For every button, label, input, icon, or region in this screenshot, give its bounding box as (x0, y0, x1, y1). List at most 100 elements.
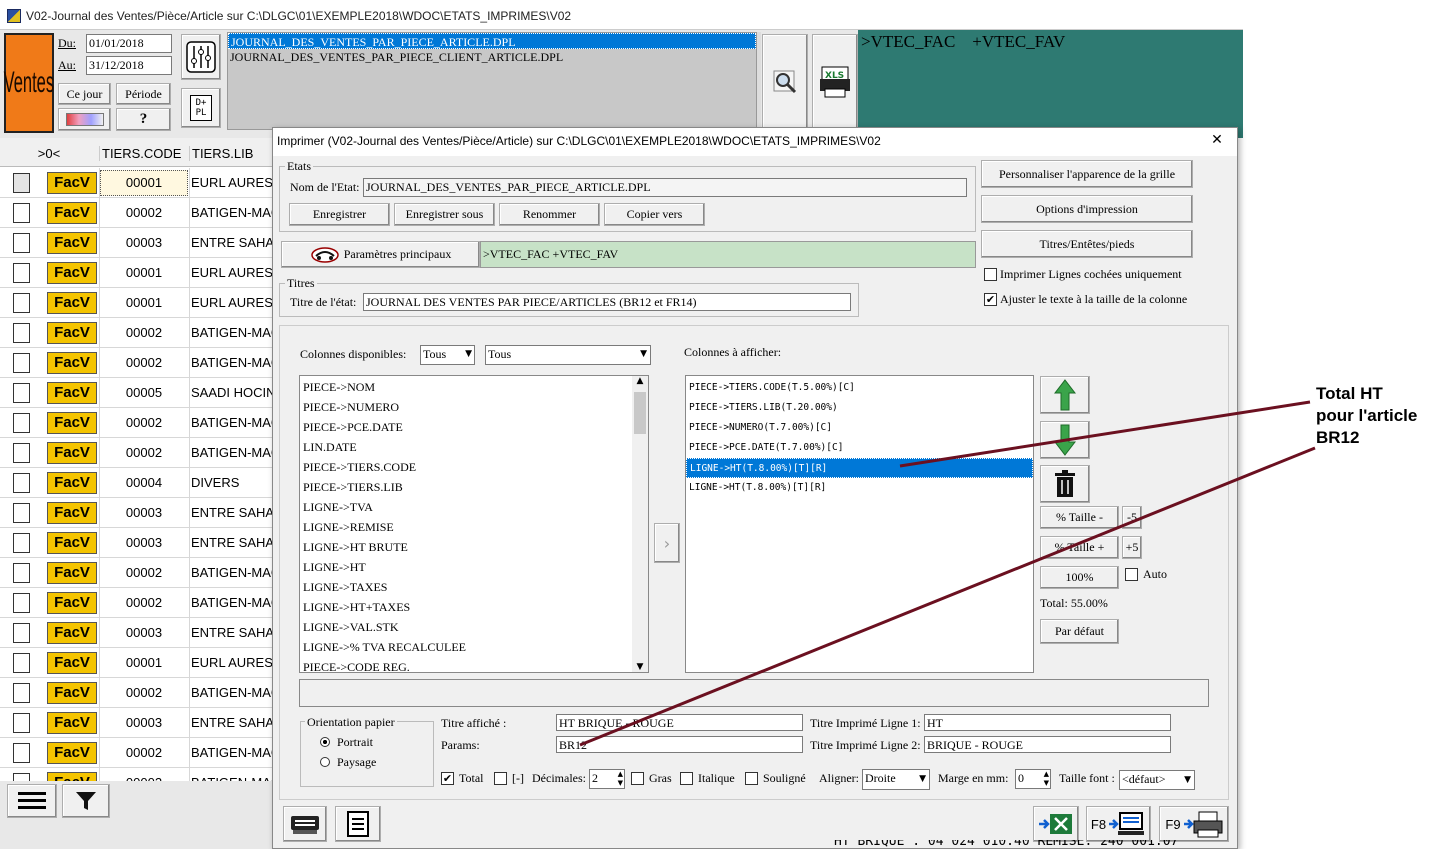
delete-column-button[interactable] (1040, 465, 1090, 503)
dialog-close-button[interactable]: ✕ (1205, 132, 1229, 152)
scroll-down-icon[interactable]: ▼ (632, 662, 648, 672)
parametres-principaux-button[interactable]: Paramètres principaux (281, 241, 480, 268)
nom-etat-field[interactable]: JOURNAL_DES_VENTES_PAR_PIECE_ARTICLE.DPL (363, 178, 967, 197)
par-defaut-button[interactable]: Par défaut (1040, 619, 1119, 644)
col-header-tiers-lib[interactable]: TIERS.LIB (189, 146, 276, 161)
ce-jour-button[interactable]: Ce jour (58, 83, 111, 105)
titres-entetes-button[interactable]: Titres/Entêtes/pieds (981, 230, 1193, 258)
table-row[interactable]: FacV 00001 EURL AURES (0, 168, 276, 198)
row-checkbox[interactable] (13, 533, 30, 553)
available-columns-list[interactable]: PIECE->NOM PIECE->NUMERO PIECE->PCE.DATE LI… (299, 375, 649, 673)
document-button[interactable] (335, 806, 381, 842)
row-checkbox[interactable] (13, 713, 30, 733)
move-up-button[interactable] (1040, 376, 1090, 414)
titre-ligne1-field[interactable]: HT (924, 714, 1171, 731)
scroll-up-icon[interactable]: ▲ (632, 376, 648, 390)
row-checkbox[interactable] (13, 353, 30, 373)
scroll-thumb[interactable] (634, 392, 646, 434)
f8-preview-button[interactable]: F8 (1086, 806, 1151, 842)
facv-badge[interactable]: FacV (47, 172, 97, 194)
au-input[interactable]: 31/12/2018 (86, 56, 172, 75)
facv-badge[interactable]: FacV (47, 592, 97, 614)
facv-badge[interactable]: FacV (47, 232, 97, 254)
titre-ligne2-field[interactable]: BRIQUE - ROUGE (924, 736, 1171, 753)
facv-badge[interactable]: FacV (47, 652, 97, 674)
enregistrer-sous-button[interactable]: Enregistrer sous (394, 203, 495, 226)
facv-badge[interactable]: FacV (47, 292, 97, 314)
facv-badge[interactable]: FacV (47, 502, 97, 524)
available-column-item[interactable]: PIECE->NUMERO (300, 397, 648, 417)
available-column-item[interactable]: PIECE->CODE REG. (300, 657, 648, 672)
available-column-item[interactable]: LIGNE->TVA (300, 497, 648, 517)
table-row[interactable]: FacV00002BATIGEN-MAG (0, 348, 276, 378)
ventes-button[interactable]: Ventes (4, 33, 54, 133)
displayed-columns-list[interactable]: PIECE->TIERS.CODE(T.5.00%)[C] PIECE->TIER… (685, 375, 1034, 673)
available-column-item[interactable]: LIGNE->HT (300, 557, 648, 577)
row-checkbox[interactable] (13, 503, 30, 523)
table-row[interactable]: FacV00002BATIGEN-MAG (0, 768, 276, 781)
italique-checkbox[interactable] (680, 772, 693, 785)
row-checkbox[interactable] (13, 443, 30, 463)
table-row[interactable]: FacV00002BATIGEN-MAG (0, 198, 276, 228)
displayed-column-item-selected[interactable]: LIGNE->HT(T.8.00%)[T][R] (686, 458, 1033, 478)
decimales-stepper[interactable]: 2 ▲ ▼ (589, 769, 625, 789)
table-row[interactable]: FacV 00003 ENTRE SAHA (0, 708, 276, 738)
row-checkbox[interactable] (13, 413, 30, 433)
help-button[interactable]: ? (116, 108, 171, 131)
facv-badge[interactable]: FacV (47, 772, 97, 781)
filter-select-2[interactable]: Tous ▼ (485, 345, 651, 365)
available-column-item[interactable]: LIGNE->VAL.STK (300, 617, 648, 637)
reset-100-button[interactable]: 100% (1040, 566, 1119, 589)
available-column-item[interactable]: LIGNE->HT BRUTE (300, 537, 648, 557)
available-column-item[interactable]: PIECE->TIERS.LIB (300, 477, 648, 497)
row-checkbox[interactable] (13, 563, 30, 583)
col-header-tiers-code[interactable]: TIERS.CODE (99, 146, 189, 161)
available-column-item[interactable]: PIECE->NOM (300, 377, 648, 397)
table-row[interactable]: FacV 00004 DIVERS (0, 468, 276, 498)
menu-button[interactable] (7, 784, 57, 818)
table-row[interactable]: FacV 00005 SAADI HOCIN (0, 378, 276, 408)
plus5-button[interactable]: +5 (1122, 536, 1142, 559)
du-input[interactable]: 01/01/2018 (86, 34, 172, 53)
facv-badge[interactable]: FacV (47, 352, 97, 374)
row-checkbox[interactable] (13, 233, 30, 253)
row-checkbox[interactable] (13, 263, 30, 283)
row-checkbox[interactable] (13, 743, 30, 763)
table-row[interactable]: FacV00002BATIGEN-MAG (0, 588, 276, 618)
printer-settings-button[interactable] (283, 806, 327, 842)
facv-badge[interactable]: FacV (47, 262, 97, 284)
row-checkbox[interactable] (13, 383, 30, 403)
table-row[interactable]: FacV00002BATIGEN-MAG (0, 558, 276, 588)
renommer-button[interactable]: Renommer (499, 203, 600, 226)
row-checkbox[interactable] (13, 653, 30, 673)
facv-badge[interactable]: FacV (47, 622, 97, 644)
add-column-button[interactable]: › (654, 523, 680, 563)
minus5-button[interactable]: -5 (1122, 506, 1142, 529)
filter-button[interactable] (62, 784, 110, 818)
auto-checkbox[interactable] (1125, 568, 1138, 581)
table-row[interactable]: FacV00002BATIGEN-MAG (0, 318, 276, 348)
enregistrer-button[interactable]: Enregistrer (289, 203, 390, 226)
facv-badge[interactable]: FacV (47, 472, 97, 494)
params-field[interactable]: BR12 (556, 736, 803, 753)
facv-badge[interactable]: FacV (47, 322, 97, 344)
f9-print-button[interactable]: F9 (1159, 806, 1229, 842)
table-row[interactable]: FacV 00001 EURL AURES (0, 288, 276, 318)
preview-button[interactable] (762, 34, 808, 130)
table-row[interactable]: FacV 00003 ENTRE SAHA (0, 528, 276, 558)
ajuster-texte-checkbox[interactable]: ✔ (984, 293, 997, 306)
titre-etat-field[interactable]: JOURNAL DES VENTES PAR PIECE/ARTICLES (B… (363, 293, 851, 311)
available-scrollbar[interactable]: ▲ ▼ (632, 376, 648, 672)
taille-font-select[interactable]: <défaut> ▼ (1119, 770, 1195, 790)
facv-badge[interactable]: FacV (47, 412, 97, 434)
available-column-item[interactable]: LIGNE->HT+TAXES (300, 597, 648, 617)
copier-vers-button[interactable]: Copier vers (604, 203, 705, 226)
table-row[interactable]: FacV 00001 EURL AURES (0, 648, 276, 678)
settings-button[interactable] (181, 34, 221, 80)
aligner-select[interactable]: Droite ▼ (862, 769, 930, 790)
col-header-toggle[interactable]: >0< (0, 146, 98, 161)
move-down-button[interactable] (1040, 421, 1090, 459)
total-checkbox[interactable]: ✔ (441, 772, 454, 785)
options-impression-button[interactable]: Options d'impression (981, 195, 1193, 223)
facv-badge[interactable]: FacV (47, 562, 97, 584)
